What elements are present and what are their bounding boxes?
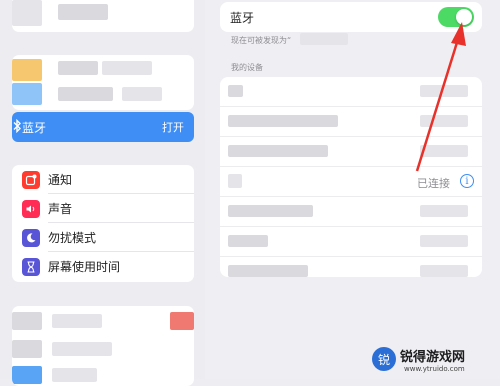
watermark-logo-icon: 锐	[372, 347, 396, 371]
watermark-text: 锐得游戏网	[400, 350, 466, 365]
watermark: 锐 锐得游戏网 www.ytruido.com	[372, 343, 498, 377]
watermark-url: www.ytruido.com	[404, 365, 465, 373]
annotation-arrow	[415, 22, 466, 172]
